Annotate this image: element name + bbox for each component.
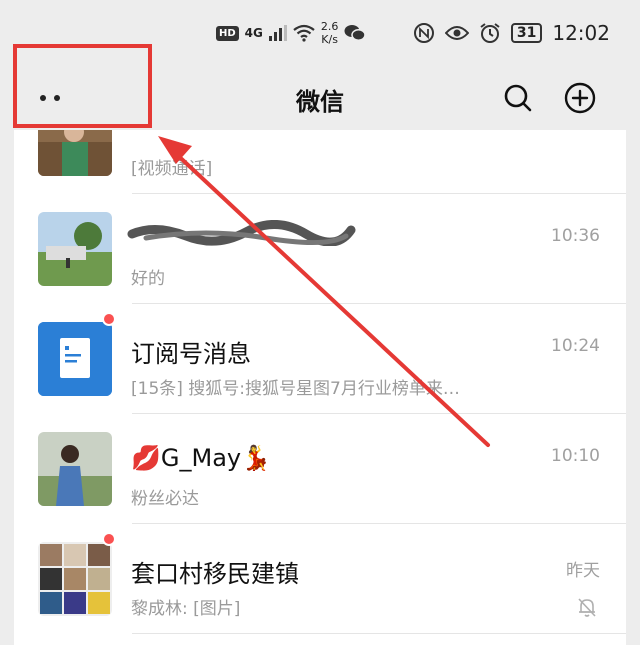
signal-indicator: 4G: [244, 26, 263, 40]
status-clock: 12:02: [552, 21, 610, 45]
chat-preview: 黎成林: [图片]: [131, 599, 241, 619]
eye-icon: [444, 26, 469, 40]
wifi-icon: [293, 24, 315, 42]
chat-time: 10:10: [551, 446, 600, 466]
avatar: [38, 212, 112, 286]
bell-off-icon: [578, 598, 596, 617]
chat-preview: [15条] 搜狐号:搜狐号星图7月行业榜单来…: [131, 379, 460, 399]
chat-time: 10:24: [551, 336, 600, 356]
chat-name: 💋G_May💃: [131, 444, 271, 472]
avatar: [38, 432, 112, 506]
hd-badge: HD: [216, 25, 239, 41]
chat-name-text: G_May: [160, 444, 242, 472]
chat-preview: 好的: [131, 269, 165, 289]
list-item[interactable]: 套口村移民建镇 昨天 黎成林: [图片]: [14, 524, 626, 634]
chat-time: 昨天: [566, 561, 600, 581]
list-item[interactable]: [视频通话]: [14, 130, 626, 194]
speed-value: 2.6: [320, 20, 339, 33]
chat-time: 10:36: [551, 226, 600, 246]
unread-badge: [102, 312, 116, 326]
avatar: [38, 322, 112, 396]
wechat-notification-icon: [344, 25, 367, 41]
speed-unit: K/s: [321, 33, 338, 46]
redaction-scribble: [127, 220, 356, 246]
redaction-scribble: [126, 130, 236, 132]
list-item[interactable]: 订阅号消息 10:24 [15条] 搜狐号:搜狐号星图7月行业榜单来…: [14, 304, 626, 414]
list-item[interactable]: 10:36 好的: [14, 194, 626, 304]
status-right: 31 12:02: [413, 18, 610, 48]
chat-preview: [视频通话]: [131, 159, 213, 179]
add-circle-icon[interactable]: [562, 80, 598, 116]
unread-badge: [102, 532, 116, 546]
battery-indicator: 31: [510, 23, 543, 43]
chat-preview: 粉丝必达: [131, 489, 199, 509]
chat-list: [视频通话] 10:36 好的 订阅号消息 10:24 [15条] 搜狐号:搜狐…: [14, 130, 626, 645]
chat-name: 订阅号消息: [131, 340, 251, 368]
signal-bars-icon: [268, 25, 287, 41]
network-speed: 2.6 K/s: [321, 20, 339, 46]
annotation-highlight-box: [13, 44, 152, 128]
nfc-icon: [413, 23, 434, 43]
dancer-emoji-icon: 💃: [241, 444, 271, 472]
group-avatar: [38, 542, 112, 616]
list-item[interactable]: 💋G_May💃 10:10 粉丝必达: [14, 414, 626, 524]
chat-name: 套口村移民建镇: [131, 560, 299, 588]
search-icon[interactable]: [500, 80, 536, 116]
avatar: [38, 130, 112, 176]
status-left: HD 4G 2.6 K/s: [216, 18, 367, 48]
divider: [132, 633, 626, 634]
alarm-icon: [480, 23, 500, 43]
lips-emoji-icon: 💋: [131, 444, 161, 472]
subscription-doc-icon: [38, 322, 112, 396]
